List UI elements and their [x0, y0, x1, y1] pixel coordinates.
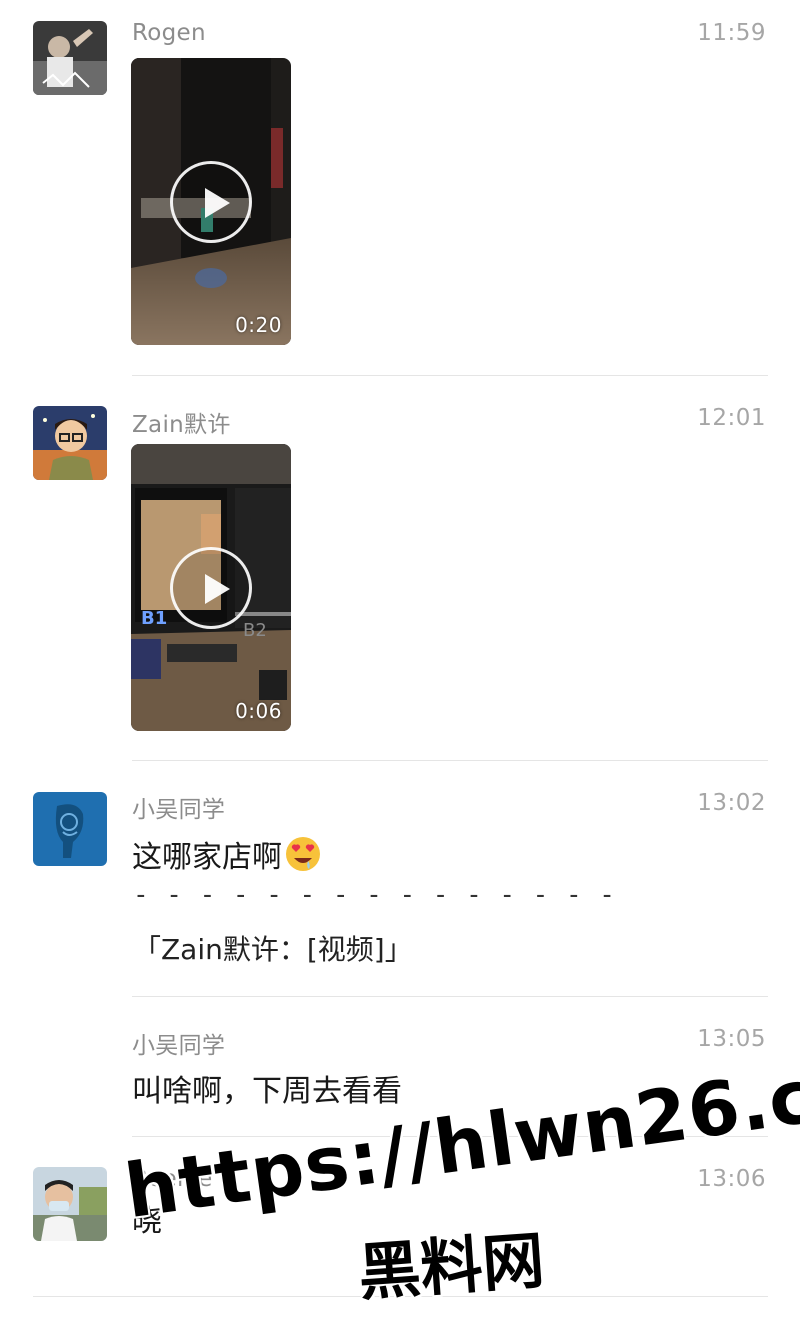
message-body: 这哪家店啊	[132, 840, 282, 875]
avatar-beelee[interactable]	[33, 1167, 107, 1241]
play-icon[interactable]	[170, 161, 252, 243]
divider	[132, 996, 768, 997]
avatar-xiaowu[interactable]	[33, 792, 107, 866]
sender-name: Rogen	[132, 20, 206, 46]
message-text[interactable]: 晓	[132, 1196, 162, 1240]
video-message[interactable]: 0:20	[131, 58, 291, 345]
cabin-label: B1	[141, 608, 168, 629]
avatar-zain[interactable]	[33, 406, 107, 480]
message-time: 11:59	[697, 20, 766, 46]
divider	[132, 375, 768, 376]
heart-eyes-emoji-icon	[284, 835, 322, 873]
watermark: https://hlwn26.com 黑料网	[110, 1035, 800, 1328]
message-text[interactable]: 叫啥啊，下周去看看	[132, 1066, 402, 1110]
sender-name: 小吴同学	[132, 797, 226, 823]
message-time: 13:05	[697, 1026, 766, 1052]
message-text[interactable]: 这哪家店啊	[132, 832, 322, 876]
message-time: 12:01	[697, 405, 766, 431]
avatar-rogen[interactable]	[33, 21, 107, 95]
sender-name: Zain默许	[132, 412, 231, 438]
video-duration: 0:20	[235, 313, 282, 337]
divider	[132, 1136, 768, 1137]
quoted-message[interactable]: 「Zain默许：[视频]」	[133, 928, 413, 968]
sender-name: Beelee	[132, 1166, 213, 1192]
video-message[interactable]: B1 B2 0:06	[131, 444, 291, 731]
message-time: 13:06	[697, 1166, 766, 1192]
divider	[33, 1296, 768, 1297]
sender-name: 小吴同学	[132, 1033, 226, 1059]
cabin-label: B2	[243, 620, 267, 641]
divider	[132, 760, 768, 761]
quote-separator: - - - - - - - - - - - - - - -	[133, 880, 616, 910]
play-icon[interactable]	[170, 547, 252, 629]
chat-history: Rogen 11:59 0:20 Zain默许 12:01 B1 B2 0:06…	[0, 0, 800, 1328]
message-time: 13:02	[697, 790, 766, 816]
video-duration: 0:06	[235, 699, 282, 723]
